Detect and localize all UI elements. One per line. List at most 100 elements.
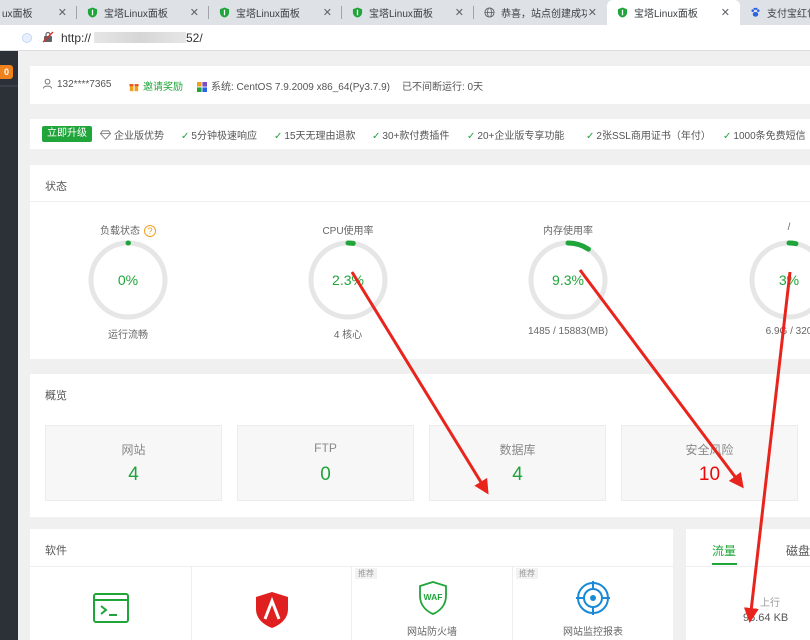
card-value: 10 xyxy=(698,464,721,485)
uptime: 已不间断运行: 0天 xyxy=(402,82,484,93)
globe-icon xyxy=(484,7,495,18)
software-panel: 软件 推荐 WAF 网站防火墙 推荐 网站监控报表 xyxy=(30,529,673,640)
close-icon[interactable]: ✕ xyxy=(721,6,730,19)
promo-item-label: 20+企业版专享功能 xyxy=(477,131,565,142)
gauge-label: 内存使用率 xyxy=(543,226,593,237)
sidebar: 0 xyxy=(0,51,18,640)
software-item[interactable] xyxy=(30,567,192,640)
tab-underline xyxy=(712,563,737,565)
waf-icon: WAF xyxy=(419,581,447,615)
close-icon[interactable]: ✕ xyxy=(58,6,67,19)
browser-tab-active[interactable]: 宝塔Linux面板 ✕ xyxy=(607,0,740,25)
gauge-label: / xyxy=(787,222,791,233)
promo-bar: 立即升级 企业版优势 ✓ 5分钟极速响应 ✓ 15天无理由退款 ✓ 30+款付费插件 … xyxy=(30,119,810,149)
card-label: 网站 xyxy=(121,443,146,457)
check-icon: ✓ xyxy=(586,131,595,142)
browser-tab-bar: ux面板 ✕ 宝塔Linux面板 ✕ 宝塔Linux面板 ✕ 宝塔Linux面板… xyxy=(0,0,810,25)
promo-item-label: 30+款付费插件 xyxy=(382,131,450,142)
not-secure-icon[interactable] xyxy=(42,31,54,43)
url-redacted xyxy=(94,32,186,43)
url-suffix: 52/ xyxy=(186,31,203,45)
user-phone: 132****7365 xyxy=(57,79,112,90)
enterprise-advantage[interactable]: 企业版优势 xyxy=(99,127,164,142)
software-name: 网站防火墙 xyxy=(407,627,457,638)
close-icon[interactable]: ✕ xyxy=(588,6,597,19)
tab-title: 宝塔Linux面板 xyxy=(634,9,698,20)
check-icon: ✓ xyxy=(467,131,476,142)
browser-tab[interactable]: 恭喜，站点创建成功 ✕ xyxy=(474,0,607,25)
gauge-value: 0% xyxy=(117,272,139,288)
overview-panel: 概览 网站 4 FTP 0 数据库 4 安全风险 10 xyxy=(30,374,810,517)
user-icon xyxy=(42,78,53,89)
card-label: 安全风险 xyxy=(685,443,734,457)
user-account[interactable]: 132****7365 xyxy=(42,78,112,90)
gauge-sub: 运行流畅 xyxy=(108,330,148,341)
card-value: 0 xyxy=(320,464,331,485)
upstream-value: 96.64 KB xyxy=(743,612,789,624)
baidu-paw-icon xyxy=(751,7,760,17)
gauge-cpu[interactable]: CPU使用率 2.3% 4 核心 xyxy=(283,205,413,355)
tab-title: 宝塔Linux面板 xyxy=(236,9,300,20)
waf-icon-text: WAF xyxy=(424,592,443,602)
overview-card-security-risk[interactable]: 安全风险 10 xyxy=(621,425,798,501)
software-name: 网站监控报表 xyxy=(563,627,623,638)
promo-item-label: 5分钟极速响应 xyxy=(191,131,257,142)
bt-shield-icon xyxy=(87,7,98,18)
browser-tab[interactable]: 支付宝红包 xyxy=(740,0,810,25)
tab-title: 宝塔Linux面板 xyxy=(104,9,168,20)
gauge-load[interactable]: 负载状态? 0% 运行流畅 xyxy=(63,205,193,355)
monitor-target-icon xyxy=(576,581,610,615)
invite-label: 邀请奖励 xyxy=(143,82,183,93)
promo-item-label: 2张SSL商用证书（年付） xyxy=(596,131,711,142)
gauge-value: 2.3% xyxy=(332,272,364,288)
tab-disk-io[interactable]: 磁盘IO xyxy=(786,542,810,559)
close-icon[interactable]: ✕ xyxy=(190,6,199,19)
enterprise-label: 企业版优势 xyxy=(114,131,164,142)
software-item-monitor[interactable]: 推荐 网站监控报表 xyxy=(513,567,673,640)
card-label: FTP xyxy=(314,441,337,455)
overview-card-databases[interactable]: 数据库 4 xyxy=(429,425,606,501)
tab-traffic[interactable]: 流量 xyxy=(712,542,736,559)
gauge-memory[interactable]: 内存使用率 9.3% 1485 / 15883(MB) xyxy=(503,205,633,355)
help-icon[interactable]: ? xyxy=(144,225,156,237)
close-icon[interactable]: ✕ xyxy=(323,6,332,19)
browser-tab[interactable]: 宝塔Linux面板 ✕ xyxy=(342,0,474,25)
site-info-icon[interactable] xyxy=(22,33,32,43)
status-title: 状态 xyxy=(45,181,67,193)
browser-tab[interactable]: 宝塔Linux面板 ✕ xyxy=(77,0,209,25)
close-icon[interactable]: ✕ xyxy=(455,6,464,19)
overview-card-ftp[interactable]: FTP 0 xyxy=(237,425,414,501)
software-item-waf[interactable]: 推荐 WAF 网站防火墙 xyxy=(352,567,513,640)
gauge-sub: 6.9G / 320 xyxy=(765,326,810,337)
promo-item: ✓ 1000条免费短信 xyxy=(723,127,806,142)
gauge-disk[interactable]: / 3% 6.9G / 320 xyxy=(724,205,810,355)
sidebar-divider xyxy=(0,85,18,87)
overview-card-websites[interactable]: 网站 4 xyxy=(45,425,222,501)
promo-item: ✓ 30+款付费插件 xyxy=(372,127,449,142)
url-prefix: http:// xyxy=(61,31,92,45)
gift-icon xyxy=(129,84,139,92)
promo-item: ✓ 2张SSL商用证书（年付） xyxy=(586,127,711,142)
bt-shield-icon xyxy=(219,7,230,18)
upgrade-button[interactable]: 立即升级 xyxy=(42,126,92,142)
check-icon: ✓ xyxy=(372,131,381,142)
software-item[interactable] xyxy=(192,567,352,640)
status-panel: 状态 负载状态? 0% 运行流畅 CPU使用率 2.3% 4 核心 内存使用率 … xyxy=(30,165,810,359)
system-text: 系统: CentOS 7.9.2009 x86_64(Py3.7.9) xyxy=(211,82,390,93)
promo-item: ✓ 20+企业版专享功能 xyxy=(467,127,564,142)
promo-item-label: 15天无理由退款 xyxy=(284,131,356,142)
divider xyxy=(686,566,810,567)
system-icon xyxy=(197,82,207,92)
promo-item: ✓ 5分钟极速响应 xyxy=(181,127,257,142)
gauge-value: 9.3% xyxy=(552,272,584,288)
check-icon: ✓ xyxy=(274,131,283,142)
divider xyxy=(30,201,810,202)
browser-tab[interactable]: ux面板 ✕ xyxy=(0,0,77,25)
user-info-bar: 132****7365 邀请奖励 系统: CentOS 7.9.2009 x86… xyxy=(30,66,810,104)
recommend-tag: 推荐 xyxy=(516,568,538,579)
notification-badge[interactable]: 0 xyxy=(0,65,13,79)
browser-tab[interactable]: 宝塔Linux面板 ✕ xyxy=(209,0,342,25)
invite-reward-link[interactable]: 邀请奖励 xyxy=(129,78,183,93)
gauge-sub: 1485 / 15883(MB) xyxy=(527,326,609,337)
address-bar[interactable]: http:// 52/ xyxy=(0,25,810,51)
